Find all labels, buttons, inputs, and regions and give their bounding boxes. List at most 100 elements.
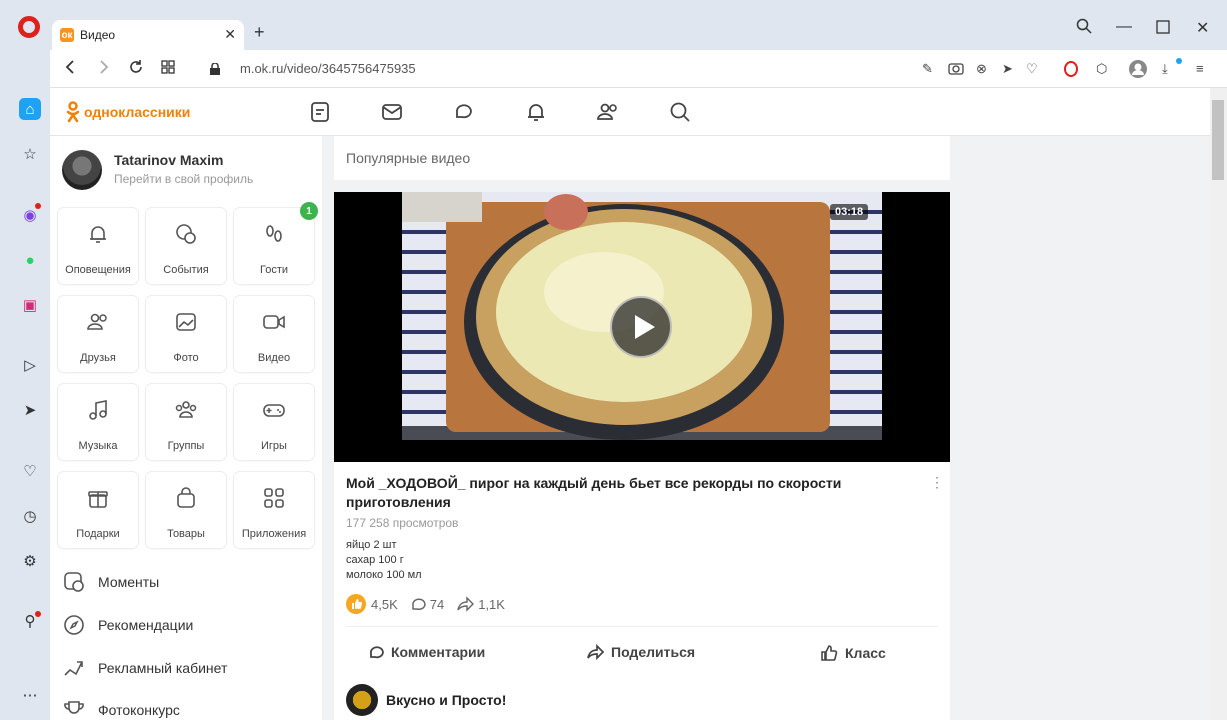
edit-icon[interactable]: ✎ <box>922 61 933 77</box>
comments-button[interactable]: Комментарии <box>368 644 485 660</box>
likes-count: 4,5K <box>371 596 398 612</box>
menu-item-moments[interactable]: Моменты <box>62 570 159 594</box>
profile-name[interactable]: Tatarinov Maxim <box>114 152 223 168</box>
tile-music[interactable]: Музыка <box>58 384 138 460</box>
browser-tab[interactable]: ок Видео ✕ <box>52 20 244 50</box>
share-button[interactable]: Поделиться <box>586 644 695 660</box>
channel-name[interactable]: Вкусно и Просто! <box>386 692 506 708</box>
section-title: Популярные видео <box>346 150 471 166</box>
ok-logo[interactable]: одноклассники <box>66 101 190 123</box>
home-icon[interactable]: ⌂ <box>19 98 41 120</box>
feed-icon[interactable] <box>308 100 332 124</box>
avatar[interactable] <box>62 150 102 190</box>
menu-item-photocontest[interactable]: Фотоконкурс <box>62 698 180 720</box>
messenger-dot <box>35 203 41 209</box>
scrollbar[interactable] <box>1210 88 1227 720</box>
gamepad-icon <box>263 404 285 417</box>
share-action-icon <box>587 644 604 660</box>
klass-button[interactable]: Класс <box>820 644 886 662</box>
back-icon[interactable] <box>64 59 78 80</box>
video-card: 03:18 Мой _ХОДОВОЙ_ пирог на каждый день… <box>334 192 950 720</box>
history-icon[interactable]: ◷ <box>19 505 41 527</box>
video-stats: 4,5K 74 1,1K <box>346 594 517 614</box>
channel-avatar[interactable] <box>346 684 378 716</box>
tile-notifications[interactable]: Оповещения <box>58 208 138 284</box>
send-icon[interactable]: ➤ <box>1002 61 1013 77</box>
new-tab-button[interactable]: + <box>254 22 265 43</box>
messages-icon[interactable] <box>380 100 404 124</box>
shares-stat[interactable]: 1,1K <box>456 596 505 612</box>
ok-logo-icon <box>66 101 80 123</box>
forward-icon[interactable] <box>96 59 110 80</box>
menu-icon[interactable]: ≡ <box>1196 61 1204 76</box>
video-player[interactable]: 03:18 <box>334 192 950 462</box>
klass-label: Класс <box>845 645 886 661</box>
opera-logo-icon[interactable] <box>18 16 40 38</box>
apps-icon <box>264 488 284 508</box>
description-line: сахар 100 г <box>346 554 404 566</box>
url-field[interactable]: m.ok.ru/video/3645756475935 <box>240 61 416 76</box>
ok-header: одноклассники <box>50 88 1210 136</box>
ok-logo-text: одноклассники <box>84 104 191 120</box>
bookmarks-icon[interactable]: ☆ <box>19 143 41 165</box>
lock-icon[interactable] <box>210 62 220 75</box>
comments-stat[interactable]: 74 <box>410 596 444 612</box>
video-icon <box>263 315 285 329</box>
play-button[interactable] <box>610 296 672 358</box>
search-tabs-icon[interactable] <box>1076 18 1092 39</box>
notifications-icon[interactable] <box>524 100 548 124</box>
scrollbar-thumb[interactable] <box>1212 100 1224 180</box>
tile-goods[interactable]: Товары <box>146 472 226 548</box>
tile-apps[interactable]: Приложения <box>234 472 314 548</box>
tile-groups[interactable]: Группы <box>146 384 226 460</box>
tile-video[interactable]: Видео <box>234 296 314 372</box>
menu-item-ads[interactable]: Рекламный кабинет <box>62 656 227 680</box>
guests-badge: 1 <box>300 202 318 220</box>
menu-item-recommendations[interactable]: Рекомендации <box>62 613 193 637</box>
section-header: Популярные видео <box>334 136 950 180</box>
account-icon[interactable] <box>1128 59 1148 82</box>
maximize-button[interactable] <box>1156 20 1170 39</box>
tile-photo[interactable]: Фото <box>146 296 226 372</box>
video-duration: 03:18 <box>830 204 869 220</box>
more-icon[interactable]: ⋯ <box>19 684 41 706</box>
send-sidebar-icon[interactable]: ➤ <box>19 399 41 421</box>
tile-events[interactable]: События <box>146 208 226 284</box>
friends-header-icon[interactable] <box>596 100 620 124</box>
trophy-icon <box>64 701 84 714</box>
favorites-icon[interactable]: ♡ <box>19 460 41 482</box>
tile-guests[interactable]: Гости 1 <box>234 202 318 284</box>
adblock-icon[interactable]: ⊗ <box>976 61 987 77</box>
reload-icon[interactable] <box>128 59 144 80</box>
vpn-icon[interactable] <box>1064 61 1078 80</box>
likes-stat[interactable]: 4,5K <box>346 594 398 614</box>
extensions-icon[interactable]: ⬡ <box>1096 61 1107 77</box>
whatsapp-icon[interactable]: ● <box>19 249 41 271</box>
instagram-icon[interactable]: ▣ <box>19 294 41 316</box>
player-icon[interactable]: ▷ <box>19 354 41 376</box>
tile-gifts[interactable]: Подарки <box>58 472 138 548</box>
heart-icon[interactable]: ♡ <box>1026 61 1038 77</box>
minimize-button[interactable]: — <box>1116 18 1132 36</box>
close-window-button[interactable]: ✕ <box>1196 18 1209 38</box>
camera-icon[interactable] <box>948 61 964 78</box>
megaphone-icon <box>64 661 83 676</box>
settings-icon[interactable]: ⚙ <box>19 550 41 572</box>
profile-link[interactable]: Перейти в свой профиль <box>114 172 253 186</box>
speed-dial-icon[interactable] <box>160 59 176 80</box>
left-navigation: Tatarinov Maxim Перейти в свой профиль О… <box>50 136 322 720</box>
tile-games[interactable]: Игры <box>234 384 314 460</box>
download-icon[interactable]: ⤓ <box>1162 61 1168 77</box>
compass-icon <box>64 615 84 635</box>
gift-icon <box>88 491 108 508</box>
tile-friends[interactable]: Друзья <box>58 296 138 372</box>
search-icon[interactable] <box>668 100 692 124</box>
tab-close-icon[interactable]: ✕ <box>224 26 236 43</box>
discussions-icon[interactable] <box>452 100 476 124</box>
channel[interactable]: Вкусно и Просто! <box>346 684 506 716</box>
description-line: молоко 100 мл <box>346 569 422 581</box>
tile-label: Музыка <box>78 440 118 452</box>
more-options-icon[interactable]: ⋮ <box>930 474 944 491</box>
video-title[interactable]: Мой _ХОДОВОЙ_ пирог на каждый день бьет … <box>346 474 906 512</box>
comment-icon <box>411 598 426 611</box>
